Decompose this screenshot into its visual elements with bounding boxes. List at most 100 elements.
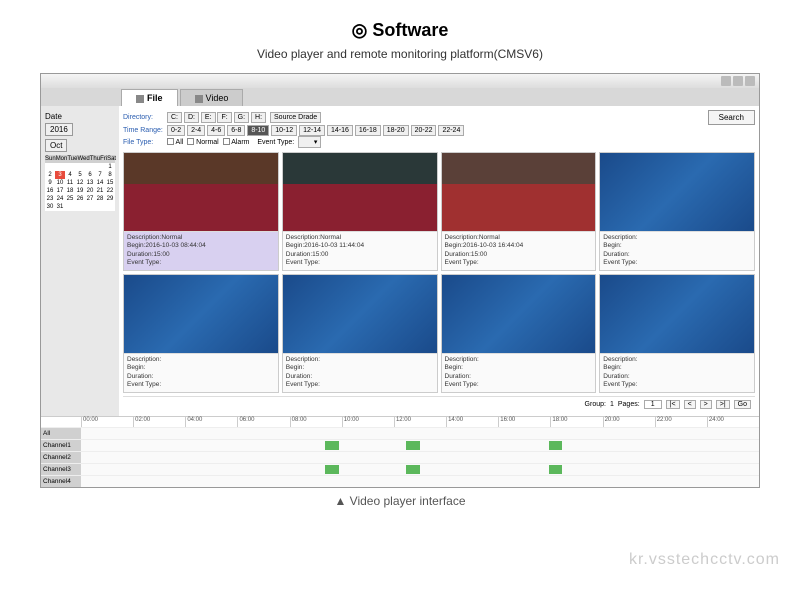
calendar-day[interactable]: 16	[45, 187, 55, 195]
timeline-segment[interactable]	[549, 465, 563, 474]
drive-button[interactable]: C:	[167, 112, 182, 123]
file-type-option[interactable]: All	[167, 139, 187, 146]
calendar-day[interactable]: 1	[105, 163, 115, 171]
calendar-day[interactable]: 22	[105, 187, 115, 195]
calendar-day[interactable]: 29	[105, 195, 115, 203]
drive-button[interactable]: G:	[234, 112, 249, 123]
video-card[interactable]: Description:Begin:Duration:Event Type:	[599, 274, 755, 393]
calendar-day[interactable]: 3	[55, 171, 65, 179]
time-range-button[interactable]: 16-18	[355, 125, 381, 136]
calendar-day[interactable]: 13	[85, 179, 95, 187]
time-range-button[interactable]: 14-16	[327, 125, 353, 136]
maximize-icon[interactable]	[733, 76, 743, 86]
timeline-segment[interactable]	[325, 465, 339, 474]
thumbnail[interactable]	[600, 275, 754, 353]
video-card[interactable]: Description:NormalBegin:2016-10-03 08:44…	[123, 152, 279, 271]
thumbnail[interactable]	[124, 275, 278, 353]
timeline-segment[interactable]	[406, 441, 420, 450]
calendar-day[interactable]: 4	[65, 171, 75, 179]
calendar-day[interactable]: 15	[105, 179, 115, 187]
calendar-day[interactable]: 7	[95, 171, 105, 179]
time-range-button[interactable]: 12-14	[299, 125, 325, 136]
go-button[interactable]: Go	[734, 400, 751, 409]
time-range-button[interactable]: 8-10	[247, 125, 269, 136]
calendar[interactable]: 1234567891011121314151617181920212223242…	[45, 163, 115, 211]
timeline-track[interactable]	[81, 452, 759, 463]
calendar-day[interactable]: 24	[55, 195, 65, 203]
drive-button[interactable]: D:	[184, 112, 199, 123]
file-type-option[interactable]: Alarm	[223, 139, 254, 146]
time-range-button[interactable]: 6-8	[227, 125, 245, 136]
checkbox-icon[interactable]	[167, 138, 174, 145]
time-range-button[interactable]: 2-4	[187, 125, 205, 136]
video-card[interactable]: Description:Begin:Duration:Event Type:	[123, 274, 279, 393]
calendar-day[interactable]: 25	[65, 195, 75, 203]
thumbnail[interactable]	[283, 153, 437, 231]
calendar-day[interactable]: 5	[75, 171, 85, 179]
thumbnail[interactable]	[442, 153, 596, 231]
checkbox-icon[interactable]	[223, 138, 230, 145]
close-icon[interactable]	[745, 76, 755, 86]
timeline-track[interactable]	[81, 428, 759, 439]
calendar-day[interactable]: 6	[85, 171, 95, 179]
month-selector[interactable]: Oct	[45, 139, 67, 152]
timeline-segment[interactable]	[325, 441, 339, 450]
next-page-button[interactable]: >	[700, 400, 712, 409]
timeline-track[interactable]	[81, 440, 759, 451]
checkbox-icon[interactable]	[187, 138, 194, 145]
video-card[interactable]: Description:NormalBegin:2016-10-03 11:44…	[282, 152, 438, 271]
time-range-button[interactable]: 0-2	[167, 125, 185, 136]
calendar-day[interactable]: 21	[95, 187, 105, 195]
calendar-day[interactable]: 20	[85, 187, 95, 195]
tab-file[interactable]: File	[121, 89, 178, 106]
calendar-day[interactable]: 23	[45, 195, 55, 203]
tab-video[interactable]: Video	[180, 89, 244, 106]
video-card[interactable]: Description:NormalBegin:2016-10-03 16:44…	[441, 152, 597, 271]
calendar-day[interactable]: 14	[95, 179, 105, 187]
time-range-button[interactable]: 22-24	[438, 125, 464, 136]
calendar-day[interactable]: 26	[75, 195, 85, 203]
video-card[interactable]: Description:Begin:Duration:Event Type:	[441, 274, 597, 393]
video-card[interactable]: Description:Begin:Duration:Event Type:	[282, 274, 438, 393]
calendar-day[interactable]: 27	[85, 195, 95, 203]
time-range-button[interactable]: 4-6	[207, 125, 225, 136]
drive-button[interactable]: E:	[201, 112, 216, 123]
timeline-track[interactable]	[81, 476, 759, 487]
drive-button[interactable]: H:	[251, 112, 266, 123]
search-button[interactable]: Search	[708, 110, 755, 125]
calendar-day[interactable]: 18	[65, 187, 75, 195]
year-selector[interactable]: 2016	[45, 123, 73, 136]
calendar-day[interactable]: 11	[65, 179, 75, 187]
page-input[interactable]	[644, 400, 662, 409]
timeline-segment[interactable]	[549, 441, 563, 450]
scan-local-button[interactable]: Source Drade	[270, 112, 321, 123]
thumbnail[interactable]	[442, 275, 596, 353]
time-range-button[interactable]: 10-12	[271, 125, 297, 136]
first-page-button[interactable]: |<	[666, 400, 680, 409]
calendar-day[interactable]: 8	[105, 171, 115, 179]
thumbnail[interactable]	[600, 153, 754, 231]
calendar-day[interactable]: 9	[45, 179, 55, 187]
calendar-day[interactable]: 17	[55, 187, 65, 195]
last-page-button[interactable]: >|	[716, 400, 730, 409]
prev-page-button[interactable]: <	[684, 400, 696, 409]
timeline-track[interactable]	[81, 464, 759, 475]
calendar-day[interactable]: 2	[45, 171, 55, 179]
calendar-day[interactable]: 19	[75, 187, 85, 195]
calendar-day[interactable]: 31	[55, 203, 65, 211]
event-type-dropdown[interactable]: ▾	[298, 136, 321, 148]
calendar-day[interactable]: 30	[45, 203, 55, 211]
timeline-segment[interactable]	[406, 465, 420, 474]
time-range-button[interactable]: 20-22	[411, 125, 437, 136]
video-card[interactable]: Description:Begin:Duration:Event Type:	[599, 152, 755, 271]
calendar-day[interactable]: 10	[55, 179, 65, 187]
minimize-icon[interactable]	[721, 76, 731, 86]
calendar-day[interactable]: 12	[75, 179, 85, 187]
file-type-option[interactable]: Normal	[187, 139, 222, 146]
calendar-day	[85, 203, 95, 211]
drive-button[interactable]: F:	[217, 112, 231, 123]
thumbnail[interactable]	[283, 275, 437, 353]
time-range-button[interactable]: 18-20	[383, 125, 409, 136]
thumbnail[interactable]	[124, 153, 278, 231]
calendar-day[interactable]: 28	[95, 195, 105, 203]
